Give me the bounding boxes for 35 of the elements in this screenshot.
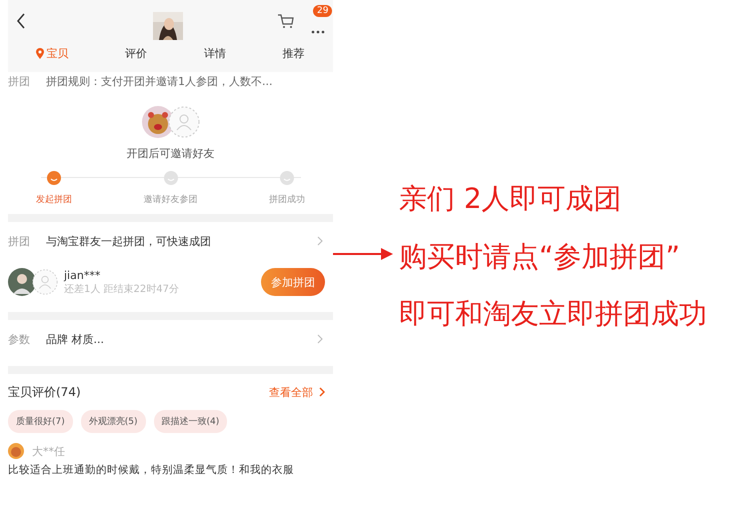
annotation-text: 即可和淘友立即拼团成功	[399, 297, 707, 331]
row-label: 拼团	[8, 74, 31, 88]
arrow	[333, 248, 393, 260]
view-all-link[interactable]: 查看全部	[269, 384, 313, 400]
invite-caption: 开团后可邀请好友	[126, 146, 214, 161]
annotation-text: 亲们 2人即可成团	[399, 182, 623, 216]
review-tag[interactable]: 质量很好(7)	[8, 410, 73, 433]
group-status: 还差1人 距结束22时47分	[64, 282, 180, 296]
notification-badge: 29	[313, 4, 332, 16]
tab[interactable]: 推荐	[278, 42, 309, 65]
review-tag[interactable]: 外观漂亮(5)	[80, 410, 146, 433]
user-name: jian***	[64, 268, 102, 282]
chevron-right-icon[interactable]	[319, 387, 325, 397]
mascot-avatar	[142, 106, 174, 138]
row-label: 拼团	[8, 234, 31, 248]
review-text: 比较适合上班通勤的时候戴，特别温柔显气质！和我的衣服	[8, 463, 295, 477]
back-icon[interactable]	[16, 13, 26, 29]
location-pin-icon	[36, 48, 44, 59]
reviews-title: 宝贝评价(74)	[8, 384, 82, 400]
tab[interactable]: 详情	[200, 42, 230, 65]
review-tag[interactable]: 跟描述一致(4)	[154, 410, 228, 433]
reviewer-name: 大**任	[32, 444, 65, 458]
user-avatar	[8, 268, 36, 296]
reviewer-avatar	[8, 443, 24, 459]
step-label: 拼团成功	[269, 194, 305, 206]
cart-icon[interactable]	[277, 13, 295, 29]
annotation-text: 购买时请点“参加拼团”	[399, 240, 682, 274]
tab[interactable]: 评价	[121, 42, 152, 65]
params-text: 品牌 材质...	[46, 332, 105, 346]
more-icon[interactable]	[311, 30, 325, 34]
row-label: 参数	[8, 332, 31, 346]
group-buy-text: 与淘宝群友一起拼团，可快速成团	[46, 234, 212, 248]
step-label: 发起拼团	[36, 194, 72, 206]
step-label: 邀请好友参团	[144, 194, 198, 206]
rule-text: 拼团规则：支付开团并邀请1人参团，人数不...	[46, 74, 274, 88]
